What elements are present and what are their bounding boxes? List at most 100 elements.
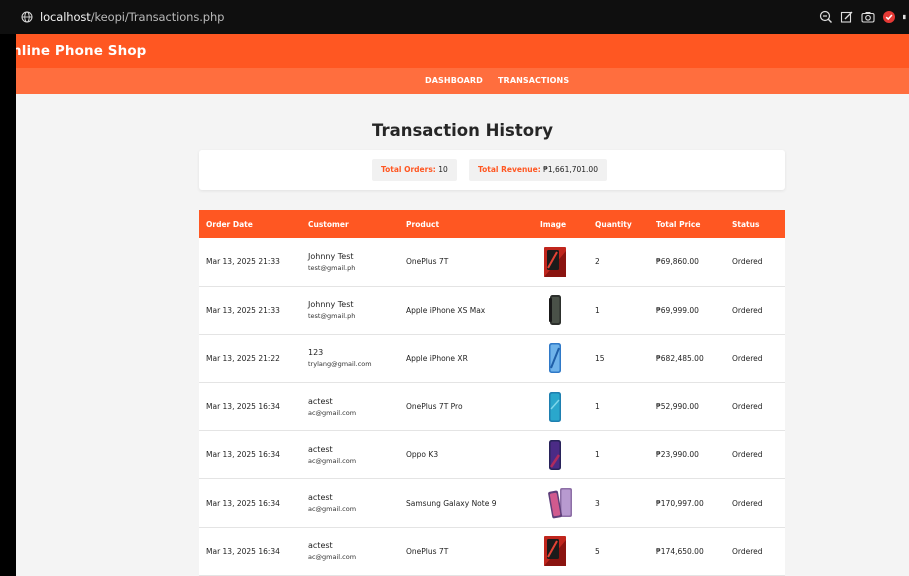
total-price: ₱174,650.00 bbox=[656, 546, 704, 556]
order-date: Mar 13, 2025 16:34 bbox=[206, 450, 280, 460]
total-revenue-label: Total Revenue: bbox=[478, 165, 541, 174]
column-header-quantity: Quantity bbox=[595, 219, 632, 229]
product-name: Oppo K3 bbox=[406, 450, 439, 460]
column-header-customer: Customer bbox=[308, 219, 349, 229]
customer-name: actest bbox=[308, 541, 333, 551]
total-price: ₱23,990.00 bbox=[656, 450, 699, 460]
total-price: ₱52,990.00 bbox=[656, 402, 699, 412]
column-header-order-date: Order Date bbox=[206, 219, 253, 229]
quantity: 1 bbox=[595, 305, 600, 315]
quantity: 1 bbox=[595, 450, 600, 460]
product-name: OnePlus 7T bbox=[406, 546, 449, 556]
column-header-total-price: Total Price bbox=[656, 219, 701, 229]
product-image bbox=[533, 527, 588, 575]
site-header: nline Phone Shop bbox=[16, 34, 909, 68]
page-title: Transaction History bbox=[372, 121, 553, 140]
browser-toolbar: localhost/keopi/Transactions.php bbox=[0, 0, 909, 34]
column-header-image: Image bbox=[540, 219, 567, 229]
customer-cell: Johnny Test test@gmail.ph bbox=[301, 238, 399, 286]
phone-image bbox=[549, 343, 561, 374]
camera-icon[interactable] bbox=[861, 10, 875, 24]
edit-icon[interactable] bbox=[840, 10, 854, 24]
order-date: Mar 13, 2025 16:34 bbox=[206, 546, 280, 556]
total-orders-value: 10 bbox=[438, 165, 448, 174]
product-image bbox=[533, 286, 588, 334]
product-image bbox=[533, 238, 588, 286]
url-host: localhost bbox=[40, 10, 91, 24]
main-nav: DASHBOARD TRANSACTIONS bbox=[16, 68, 909, 94]
globe-icon bbox=[21, 11, 33, 23]
table-header-row: Order Date Customer Product Image Quanti… bbox=[199, 210, 785, 238]
order-status: Ordered bbox=[732, 305, 763, 315]
order-status: Ordered bbox=[732, 257, 763, 267]
order-date: Mar 13, 2025 21:22 bbox=[206, 353, 280, 363]
phone-image bbox=[549, 295, 561, 326]
total-revenue-value: ₱1,661,701.00 bbox=[543, 165, 598, 174]
customer-email: ac@gmail.com bbox=[308, 456, 357, 465]
customer-email: ac@gmail.com bbox=[308, 408, 357, 417]
table-row: Mar 13, 2025 16:34 actest ac@gmail.com OneP… bbox=[199, 527, 785, 576]
extension-icon[interactable] bbox=[903, 10, 909, 24]
table-row: Mar 13, 2025 21:22 123 trylang@gmail.com Ap… bbox=[199, 334, 785, 383]
product-name: OnePlus 7T bbox=[406, 257, 449, 267]
total-orders-badge: Total Orders: 10 bbox=[372, 159, 457, 181]
customer-cell: actest ac@gmail.com bbox=[301, 431, 399, 479]
nav-dashboard[interactable]: DASHBOARD bbox=[425, 76, 483, 85]
product-name: Apple iPhone XS Max bbox=[406, 305, 486, 315]
quantity: 2 bbox=[595, 257, 600, 267]
total-price: ₱170,997.00 bbox=[656, 498, 704, 508]
order-date: Mar 13, 2025 16:34 bbox=[206, 498, 280, 508]
total-orders-label: Total Orders: bbox=[381, 165, 436, 174]
column-header-product: Product bbox=[406, 219, 440, 229]
site-brand[interactable]: nline Phone Shop bbox=[16, 43, 146, 59]
phone-image bbox=[544, 536, 566, 567]
order-status: Ordered bbox=[732, 450, 763, 460]
browser-actions bbox=[819, 10, 909, 24]
order-status: Ordered bbox=[732, 402, 763, 412]
product-image bbox=[533, 431, 588, 479]
customer-cell: Johnny Test test@gmail.ph bbox=[301, 286, 399, 334]
shield-check-icon[interactable] bbox=[882, 10, 896, 24]
quantity: 15 bbox=[595, 353, 605, 363]
transactions-table-container: Order Date Customer Product Image Quanti… bbox=[199, 210, 785, 576]
product-image bbox=[533, 383, 588, 431]
customer-email: test@gmail.ph bbox=[308, 312, 356, 321]
order-date: Mar 13, 2025 21:33 bbox=[206, 257, 280, 267]
order-date: Mar 13, 2025 21:33 bbox=[206, 305, 280, 315]
quantity: 1 bbox=[595, 402, 600, 412]
product-name: OnePlus 7T Pro bbox=[406, 402, 463, 412]
product-name: Samsung Galaxy Note 9 bbox=[406, 498, 497, 508]
page-viewport: nline Phone Shop DASHBOARD TRANSACTIONS … bbox=[16, 34, 909, 576]
customer-cell: 123 trylang@gmail.com bbox=[301, 334, 399, 382]
total-price: ₱682,485.00 bbox=[656, 353, 704, 363]
phone-image bbox=[549, 439, 561, 470]
order-status: Ordered bbox=[732, 546, 763, 556]
phone-image bbox=[544, 246, 566, 277]
table-row: Mar 13, 2025 21:33 Johnny Test test@gmail.… bbox=[199, 238, 785, 287]
customer-email: trylang@gmail.com bbox=[308, 360, 372, 369]
url-path: /keopi/Transactions.php bbox=[90, 10, 225, 24]
customer-cell: actest ac@gmail.com bbox=[301, 479, 399, 527]
phone-image bbox=[549, 391, 561, 422]
customer-cell: actest ac@gmail.com bbox=[301, 527, 399, 575]
table-row: Mar 13, 2025 16:34 actest ac@gmail.com OneP… bbox=[199, 383, 785, 431]
total-revenue-badge: Total Revenue: ₱1,661,701.00 bbox=[469, 159, 607, 181]
customer-name: Johnny Test bbox=[308, 300, 354, 310]
address-bar[interactable]: localhost/keopi/Transactions.php bbox=[40, 10, 224, 24]
column-header-status: Status bbox=[732, 219, 760, 229]
transactions-table: Order Date Customer Product Image Quanti… bbox=[199, 210, 785, 576]
customer-name: Johnny Test bbox=[308, 251, 354, 261]
total-price: ₱69,999.00 bbox=[656, 305, 699, 315]
order-date: Mar 13, 2025 16:34 bbox=[206, 402, 280, 412]
product-name: Apple iPhone XR bbox=[406, 353, 468, 363]
product-image bbox=[533, 334, 588, 382]
customer-name: actest bbox=[308, 493, 333, 503]
zoom-out-icon[interactable] bbox=[819, 10, 833, 24]
nav-transactions[interactable]: TRANSACTIONS bbox=[498, 76, 569, 85]
phone-image bbox=[548, 488, 572, 519]
customer-email: test@gmail.ph bbox=[308, 263, 356, 272]
summary-card: Total Orders: 10 Total Revenue: ₱1,661,7… bbox=[199, 150, 785, 190]
table-row: Mar 13, 2025 16:34 actest ac@gmail.com Sams… bbox=[199, 479, 785, 528]
customer-name: actest bbox=[308, 396, 333, 406]
quantity: 3 bbox=[595, 498, 600, 508]
